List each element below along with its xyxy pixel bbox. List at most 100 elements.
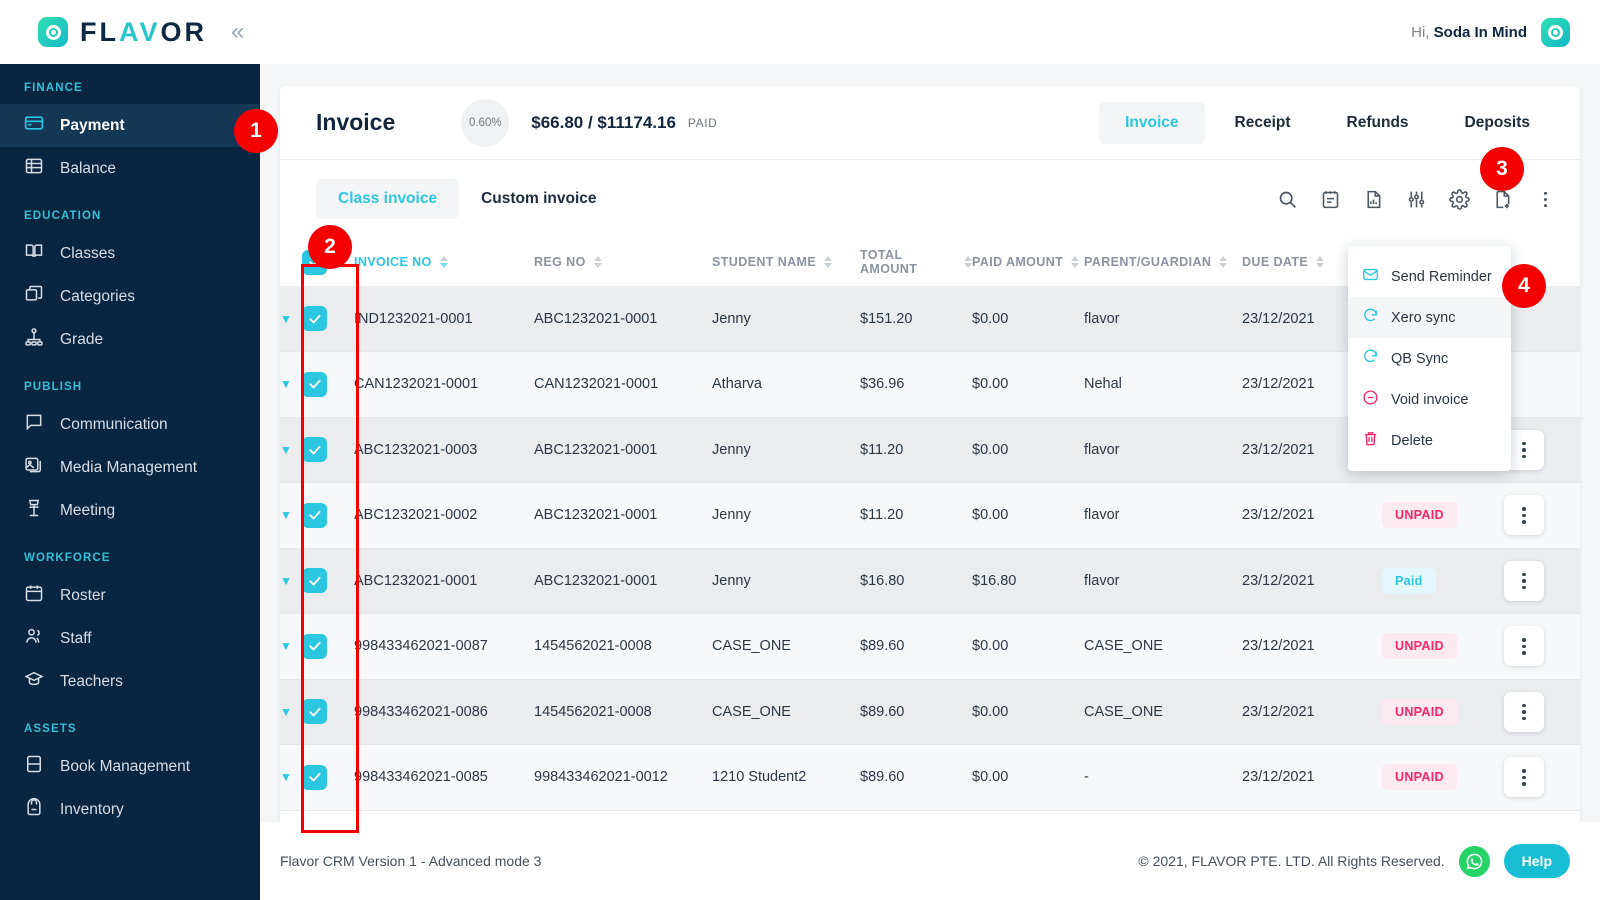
brand-wordmark: FLAVOR	[80, 17, 207, 48]
row-checkbox[interactable]	[302, 502, 327, 528]
sidebar-item-inventory[interactable]: Inventory	[0, 788, 260, 831]
row-expand-caret[interactable]: ▼	[280, 613, 302, 680]
row-checkbox[interactable]	[302, 437, 327, 463]
help-button[interactable]: Help	[1503, 844, 1570, 878]
row-expand-caret[interactable]: ▼	[280, 351, 302, 418]
menu-item-send-reminder[interactable]: Send Reminder	[1348, 256, 1511, 297]
row-checkbox[interactable]	[302, 371, 327, 397]
menu-item-qb-sync[interactable]: QB Sync	[1348, 338, 1511, 379]
tab-invoice[interactable]: Invoice	[1099, 101, 1205, 144]
header-student-name[interactable]: STUDENT NAME	[712, 238, 860, 286]
sort-toggle-icon[interactable]	[1316, 256, 1325, 268]
sidebar-item-label: Book Management	[60, 757, 191, 775]
row-expand-caret[interactable]: ▼	[280, 417, 302, 483]
row-checkbox[interactable]	[302, 699, 327, 725]
row-actions-button[interactable]	[1504, 757, 1544, 798]
report-icon[interactable]	[1363, 189, 1384, 210]
row-actions-button[interactable]	[1504, 691, 1544, 732]
tab-receipt[interactable]: Receipt	[1209, 102, 1317, 144]
header-reg-no[interactable]: REG NO	[534, 238, 712, 286]
sort-toggle-icon[interactable]	[593, 256, 602, 268]
menu-item-void-invoice[interactable]: Void invoice	[1348, 379, 1511, 420]
sort-toggle-icon[interactable]	[824, 256, 833, 268]
row-checkbox-cell[interactable]	[302, 548, 354, 614]
table-row[interactable]: ▼ 998433462021-0085 998433462021-0012 1210 …	[280, 744, 1580, 811]
header-total-amount[interactable]: TOTAL AMOUNT	[860, 238, 972, 286]
row-checkbox-cell[interactable]	[302, 417, 354, 483]
sidebar-collapse-icon[interactable]: «	[231, 20, 244, 44]
row-checkbox[interactable]	[302, 568, 327, 594]
table-row[interactable]: ▼ 998433462021-0087 1454562021-0008 CASE_ON…	[280, 613, 1580, 680]
row-checkbox-cell[interactable]	[302, 351, 354, 418]
table-row[interactable]: ▼ ABC1232021-0002 ABC1232021-0001 Jenny $11.…	[280, 482, 1580, 549]
sort-toggle-icon[interactable]	[964, 256, 972, 268]
cell-actions	[1504, 679, 1580, 745]
notes-icon[interactable]	[1320, 189, 1341, 210]
row-checkbox-cell[interactable]	[302, 744, 354, 811]
row-checkbox-cell[interactable]	[302, 613, 354, 680]
sidebar-item-media-management[interactable]: Media Management	[0, 446, 260, 489]
sidebar-item-balance[interactable]: Balance	[0, 147, 260, 190]
document-add-icon[interactable]	[1492, 189, 1513, 210]
row-actions-button[interactable]	[1504, 495, 1544, 536]
kebab-menu-icon[interactable]	[1535, 189, 1556, 210]
filter-sliders-icon[interactable]	[1406, 189, 1427, 210]
sidebar-item-roster[interactable]: Roster	[0, 574, 260, 617]
row-actions-button[interactable]	[1504, 560, 1544, 601]
user-area[interactable]: Hi, Soda In Mind	[1411, 17, 1600, 47]
sidebar-item-meeting[interactable]: Meeting	[0, 489, 260, 532]
header-parent-guardian[interactable]: PARENT/GUARDIAN	[1084, 238, 1242, 286]
sidebar-item-payment[interactable]: Payment	[0, 104, 260, 147]
sidebar-section-workforce: WORKFORCE	[24, 552, 111, 564]
tab-refunds[interactable]: Refunds	[1321, 102, 1435, 144]
menu-item-label: Delete	[1391, 432, 1433, 449]
brand-logo[interactable]: FLAVOR «	[0, 17, 265, 48]
sort-toggle-icon[interactable]	[439, 256, 448, 268]
sidebar-item-communication[interactable]: Communication	[0, 403, 260, 446]
row-checkbox-cell[interactable]	[302, 286, 354, 352]
subtab-custom-invoice[interactable]: Custom invoice	[459, 179, 618, 219]
copyright-text: © 2021, FLAVOR PTE. LTD. All Rights Rese…	[1138, 853, 1445, 869]
row-checkbox-cell[interactable]	[302, 679, 354, 745]
menu-item-xero-sync[interactable]: Xero sync	[1348, 297, 1511, 338]
subtab-class-invoice[interactable]: Class invoice	[316, 179, 460, 219]
cell-student-name: Atharva	[712, 351, 860, 418]
row-expand-caret[interactable]: ▼	[280, 548, 302, 614]
graduation-cap-icon	[24, 669, 44, 694]
sidebar-item-teachers[interactable]: Teachers	[0, 660, 260, 703]
calendar-icon	[24, 583, 44, 608]
header-invoice-no[interactable]: INVOICE NO	[354, 238, 534, 286]
row-expand-caret[interactable]: ▼	[280, 679, 302, 745]
table-row[interactable]: ▼ 998433462021-0086 1454562021-0008 CASE_ON…	[280, 679, 1580, 745]
row-expand-caret[interactable]: ▼	[280, 744, 302, 811]
sidebar-item-categories[interactable]: Categories	[0, 275, 260, 318]
greeting-text: Hi, Soda In Mind	[1411, 24, 1527, 41]
row-checkbox[interactable]	[302, 306, 327, 331]
sidebar-item-book-management[interactable]: Book Management	[0, 745, 260, 788]
avatar[interactable]	[1541, 17, 1570, 47]
sidebar-item-staff[interactable]: Staff	[0, 617, 260, 660]
row-expand-caret[interactable]: ▼	[280, 286, 302, 352]
table-row[interactable]: ▼ ABC1232021-0001 ABC1232021-0001 Jenny $16.…	[280, 548, 1580, 614]
gear-icon[interactable]	[1449, 188, 1470, 210]
database-icon	[24, 156, 44, 181]
sidebar-item-classes[interactable]: Classes	[0, 232, 260, 275]
wordmark-part-4: OR	[160, 16, 208, 47]
cell-actions	[1504, 417, 1580, 483]
row-expand-caret[interactable]: ▼	[280, 482, 302, 549]
row-checkbox-cell[interactable]	[302, 482, 354, 549]
annotation-marker-4: 4	[1502, 264, 1546, 308]
whatsapp-icon[interactable]	[1458, 845, 1490, 877]
header-paid-amount[interactable]: PAID AMOUNT	[972, 238, 1084, 286]
menu-item-delete[interactable]: Delete	[1348, 420, 1511, 461]
cell-reg-no: ABC1232021-0001	[534, 417, 712, 483]
row-checkbox[interactable]	[302, 764, 327, 790]
search-icon[interactable]	[1277, 189, 1298, 210]
sort-toggle-icon[interactable]	[1071, 256, 1080, 268]
sort-toggle-icon[interactable]	[1219, 256, 1228, 268]
row-actions-button[interactable]	[1504, 626, 1544, 667]
tab-deposits[interactable]: Deposits	[1439, 102, 1556, 144]
row-checkbox[interactable]	[302, 633, 327, 659]
header-label: DUE DATE	[1242, 254, 1309, 269]
sidebar-item-grade[interactable]: Grade	[0, 318, 260, 361]
